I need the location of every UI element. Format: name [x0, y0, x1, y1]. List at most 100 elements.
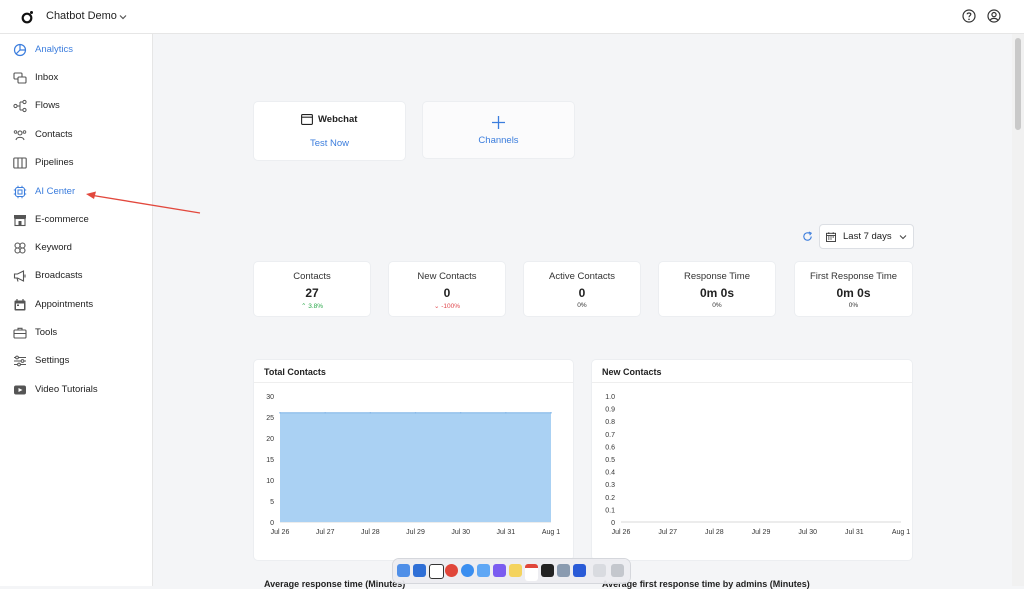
- sliders-icon: [14, 355, 26, 367]
- x-tick-label: Jul 26: [612, 529, 631, 536]
- workspace-name[interactable]: Chatbot Demo: [46, 10, 117, 22]
- sidebar-item-label: Keyword: [35, 242, 72, 253]
- pipelines-icon: [13, 157, 27, 169]
- store-icon: [14, 215, 26, 227]
- avg-response-time-title: Average response time (Minutes): [264, 579, 406, 589]
- y-tick-label: 0.3: [605, 482, 615, 489]
- notion-icon[interactable]: [429, 564, 444, 579]
- downloads-icon[interactable]: [593, 564, 606, 577]
- x-tick-label: Jul 29: [406, 529, 425, 536]
- inbox-icon: [13, 72, 27, 84]
- sidebar-item-appointments[interactable]: Appointments: [0, 294, 152, 316]
- keyword-icon: [14, 242, 26, 254]
- y-tick-label: 0.1: [605, 507, 615, 514]
- data-point: [550, 412, 552, 414]
- sidebar-item-flows[interactable]: Flows: [0, 95, 152, 117]
- x-tick-label: Jul 28: [361, 529, 380, 536]
- finder-icon[interactable]: [397, 564, 410, 577]
- workspace-logo-icon[interactable]: [20, 10, 34, 24]
- stat-change: 0%: [848, 302, 859, 309]
- scrollbar-thumb[interactable]: [1015, 38, 1021, 130]
- y-tick-label: 1.0: [605, 394, 615, 401]
- sidebar-item-pipelines[interactable]: Pipelines: [0, 152, 152, 174]
- date-range-value: Last 7 days: [843, 231, 892, 242]
- test-now-link[interactable]: Test Now: [254, 138, 405, 149]
- top-bar: Chatbot Demo: [0, 0, 1024, 34]
- chart-title: New Contacts: [602, 367, 662, 377]
- analytics-icon: [13, 43, 27, 57]
- sidebar-item-keyword[interactable]: Keyword: [0, 237, 152, 259]
- notes-icon[interactable]: [509, 564, 522, 577]
- preview-icon[interactable]: [557, 564, 570, 577]
- sidebar-item-label: Inbox: [35, 72, 59, 83]
- zoom-icon[interactable]: [573, 564, 586, 577]
- sidebar-item-broadcasts[interactable]: Broadcasts: [0, 265, 152, 287]
- date-range-select[interactable]: Last 7 days: [819, 224, 914, 249]
- stat-change: ⌄ -100%: [389, 302, 505, 310]
- sidebar-item-label: AI Center: [35, 186, 76, 197]
- sidebar-item-analytics[interactable]: Analytics: [0, 39, 152, 61]
- chart-title: Total Contacts: [264, 367, 326, 377]
- sidebar-item-label: Analytics: [35, 44, 74, 55]
- sidebar-item-label: Settings: [35, 355, 70, 366]
- ai-chip-icon: [13, 185, 27, 199]
- stat-card-contacts: Contacts 27 ⌃ 3.8%: [254, 262, 370, 316]
- x-tick-label: Jul 27: [658, 529, 677, 536]
- chevron-down-icon[interactable]: [118, 12, 128, 22]
- sidebar-item-tools[interactable]: Tools: [0, 322, 152, 344]
- chrome-icon[interactable]: [445, 564, 458, 577]
- video-icon: [14, 385, 26, 395]
- trash-icon[interactable]: [611, 564, 624, 577]
- add-channels-card[interactable]: Channels: [423, 102, 574, 158]
- y-tick-label: 0.4: [605, 470, 615, 477]
- sidebar-item-video-tutorials[interactable]: Video Tutorials: [0, 379, 152, 401]
- stat-title: New Contacts: [417, 271, 477, 282]
- sidebar: Analytics Inbox Flows Contacts Pipelines…: [0, 34, 153, 586]
- y-tick-label: 0.2: [605, 495, 615, 502]
- calendar-app-icon[interactable]: [525, 564, 538, 581]
- data-point: [279, 412, 281, 414]
- account-icon[interactable]: [987, 9, 1001, 23]
- sidebar-item-inbox[interactable]: Inbox: [0, 67, 152, 89]
- webchat-title: Webchat: [318, 114, 358, 125]
- y-tick-label: 30: [266, 394, 274, 401]
- sidebar-item-settings[interactable]: Settings: [0, 350, 152, 372]
- safari-icon[interactable]: [461, 564, 474, 577]
- x-tick-label: Jul 28: [705, 529, 724, 536]
- trend-down-icon: ⌄: [433, 303, 440, 310]
- x-tick-label: Jul 31: [845, 529, 864, 536]
- channels-label: Channels: [478, 135, 519, 146]
- data-point: [459, 412, 462, 414]
- help-icon[interactable]: [962, 9, 976, 23]
- mail-icon[interactable]: [413, 564, 426, 577]
- stat-title: First Response Time: [809, 271, 898, 282]
- calendar-icon: [826, 232, 836, 242]
- stat-value: 0: [578, 286, 586, 300]
- sidebar-item-label: Video Tutorials: [35, 384, 98, 395]
- y-tick-label: 0.5: [605, 457, 615, 464]
- data-point: [369, 412, 372, 414]
- capcut-icon[interactable]: [541, 564, 554, 577]
- macos-dock: [393, 559, 630, 583]
- stat-card-active-contacts: Active Contacts 0 0%: [524, 262, 640, 316]
- y-tick-label: 0: [270, 520, 274, 527]
- x-tick-label: Jul 26: [271, 529, 290, 536]
- stat-title: Contacts: [293, 271, 331, 282]
- stat-card-first-response-time: First Response Time 0m 0s 0%: [795, 262, 912, 316]
- app-icon[interactable]: [493, 564, 506, 577]
- x-tick-label: Jul 29: [752, 529, 771, 536]
- trend-up-icon: ⌃: [300, 303, 307, 310]
- y-tick-label: 0.8: [605, 419, 615, 426]
- contacts-icon: [13, 130, 27, 141]
- data-point: [324, 412, 326, 414]
- sidebar-item-contacts[interactable]: Contacts: [0, 124, 152, 146]
- refresh-icon[interactable]: [802, 231, 813, 242]
- y-tick-label: 15: [266, 457, 274, 464]
- area-series: [280, 412, 551, 522]
- stat-change: 0%: [712, 302, 722, 309]
- avg-first-response-title: Average first response time by admins (M…: [602, 579, 810, 589]
- chevron-down-icon: [899, 235, 907, 240]
- y-tick-label: 0: [611, 520, 615, 527]
- messenger-icon[interactable]: [477, 564, 490, 577]
- x-tick-label: Aug 1: [892, 529, 910, 536]
